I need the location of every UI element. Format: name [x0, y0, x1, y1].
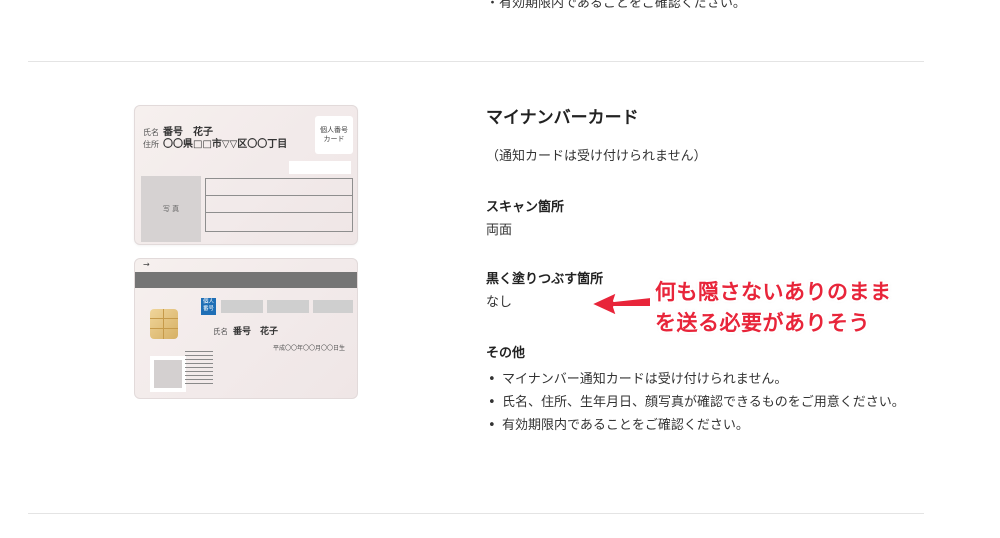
- card-front-badge-line1: 個人番号: [320, 126, 348, 134]
- scan-area-value: 両面: [486, 223, 513, 238]
- card-front-photo-label: 写 真: [162, 205, 180, 213]
- card-back-badge-line1: 個人: [202, 299, 214, 305]
- card-front-address-label: 住所: [143, 140, 159, 149]
- card-front-badge: 個人番号 カード: [315, 116, 353, 154]
- page-title: マイナンバーカード: [486, 108, 639, 128]
- card-back-magnetic-stripe: [135, 272, 357, 288]
- card-front-badge-line2: カード: [323, 135, 345, 143]
- section-divider-top: [28, 61, 924, 62]
- card-front-name-label: 氏名: [143, 128, 159, 137]
- card-back-arrow-icon: →: [143, 260, 150, 269]
- card-back-number-badge: 個人 番号: [201, 298, 216, 315]
- subtitle-note: （通知カードは受け付けられません）: [486, 149, 707, 164]
- list-item: マイナンバー通知カードは受け付けられません。: [486, 368, 936, 391]
- other-heading: その他: [486, 346, 526, 361]
- annotation-arrow-icon: [590, 291, 652, 317]
- card-back-dob: 平成〇〇年〇〇月〇〇日生: [273, 345, 346, 352]
- card-back-name-value: 番号 花子: [233, 327, 279, 337]
- card-front-photo-area: 写 真: [141, 176, 201, 242]
- card-back-number-box-1: [221, 300, 263, 313]
- section-divider-bottom: [28, 513, 924, 514]
- mynumber-card-back-image: → 個人 番号 氏名 番号 花子 平成〇〇年〇〇月〇〇日生: [134, 258, 358, 399]
- notes-list: マイナンバー通知カードは受け付けられません。 氏名、住所、生年月日、顔写真が確認…: [486, 368, 936, 437]
- card-back-badge-line2: 番号: [202, 306, 214, 312]
- ic-chip-icon: [150, 309, 178, 339]
- annotation-text-line2: を送る必要がありそう: [655, 311, 870, 335]
- previous-section-note: ・有効期限内であることをご確認ください。: [486, 0, 746, 11]
- card-back-number-box-3: [313, 300, 353, 313]
- scan-area-heading: スキャン箇所: [486, 200, 565, 215]
- card-back-number-box-2: [267, 300, 309, 313]
- card-back-qr-area: [150, 356, 186, 392]
- list-item: 有効期限内であることをご確認ください。: [486, 414, 936, 437]
- blackout-area-heading: 黒く塗りつぶす箇所: [486, 272, 604, 287]
- annotation-text-line1: 何も隠さないありのまま: [655, 280, 892, 304]
- blackout-area-value: なし: [486, 295, 513, 310]
- mynumber-card-front-image: 氏名 番号 花子 住所 〇〇県□□市▽▽区〇〇丁目 個人番号 カード 写 真: [134, 105, 358, 245]
- card-back-name-label: 氏名: [213, 327, 228, 336]
- card-front-address-value: 〇〇県□□市▽▽区〇〇丁目: [163, 139, 288, 150]
- card-front-blank-box: [289, 161, 351, 174]
- card-back-barcode-lines: [185, 351, 213, 387]
- list-item: 氏名、住所、生年月日、顔写真が確認できるものをご用意ください。: [486, 391, 936, 414]
- card-front-info-lines: [205, 178, 353, 232]
